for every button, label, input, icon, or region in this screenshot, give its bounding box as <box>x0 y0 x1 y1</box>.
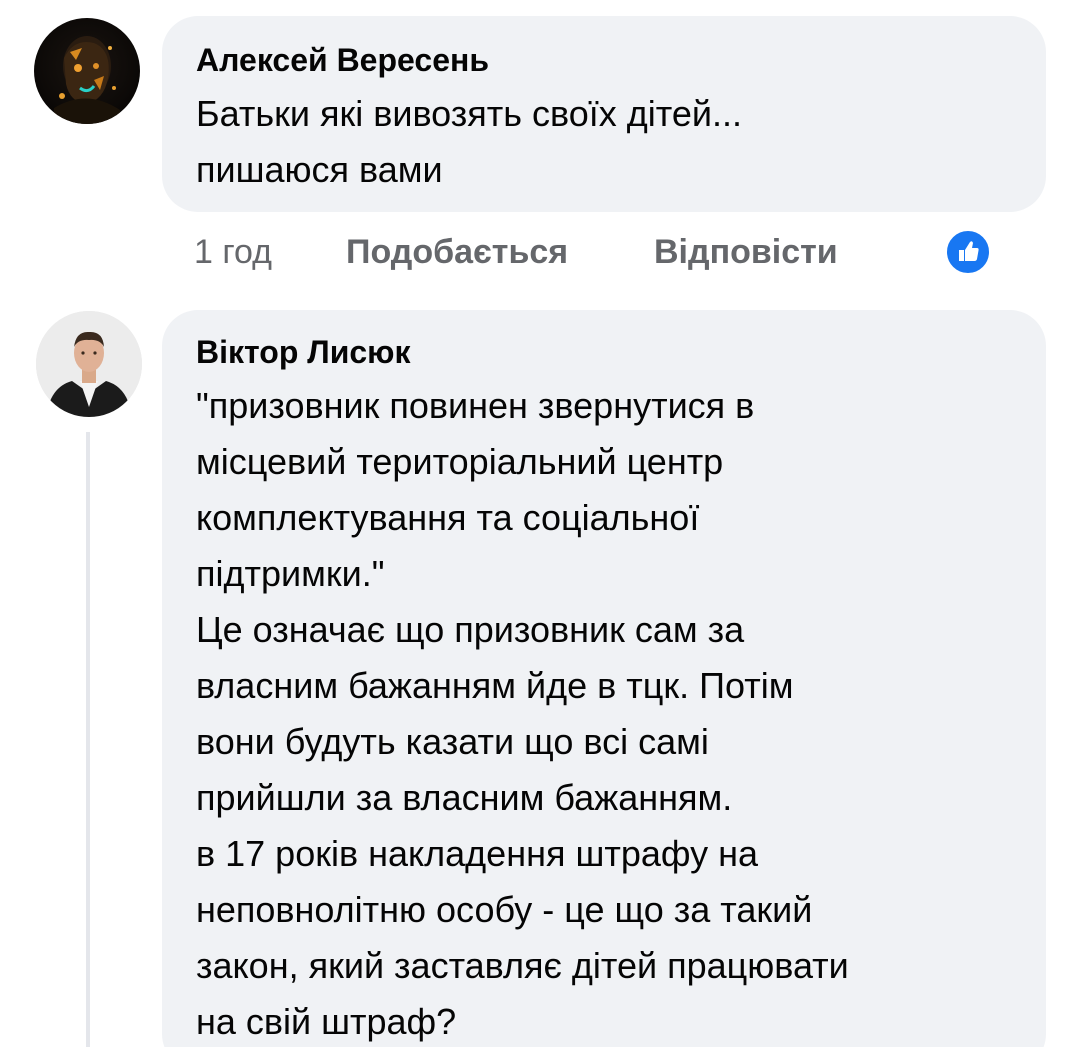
user-avatar-icon <box>36 311 142 417</box>
comment-author[interactable]: Віктор Лисюк <box>196 332 1012 372</box>
user-avatar-icon <box>54 36 120 124</box>
comment-bubble: Віктор Лисюк "призовник повинен звернути… <box>162 310 1046 1047</box>
reply-button[interactable]: Відповісти <box>654 228 838 276</box>
comment-text: "призовник повинен звернутися в місцевий… <box>196 385 849 1042</box>
comments-section: Алексей Вересень Батьки які вивозять сво… <box>0 0 1080 1047</box>
like-icon <box>944 228 992 276</box>
comment-actions: 1 год Подобається Відповісти 45 <box>194 228 1054 276</box>
avatar[interactable] <box>34 18 140 124</box>
comment-timestamp[interactable]: 1 год <box>194 228 272 276</box>
comment-author[interactable]: Алексей Вересень <box>196 40 1012 80</box>
reply-thread-line <box>86 432 90 1047</box>
comment-bubble: Алексей Вересень Батьки які вивозять сво… <box>162 16 1046 212</box>
comment-text: Батьки які вивозять своїх дітей... пишаю… <box>196 93 742 190</box>
like-button[interactable]: Подобається <box>346 228 568 276</box>
avatar[interactable] <box>36 311 142 417</box>
